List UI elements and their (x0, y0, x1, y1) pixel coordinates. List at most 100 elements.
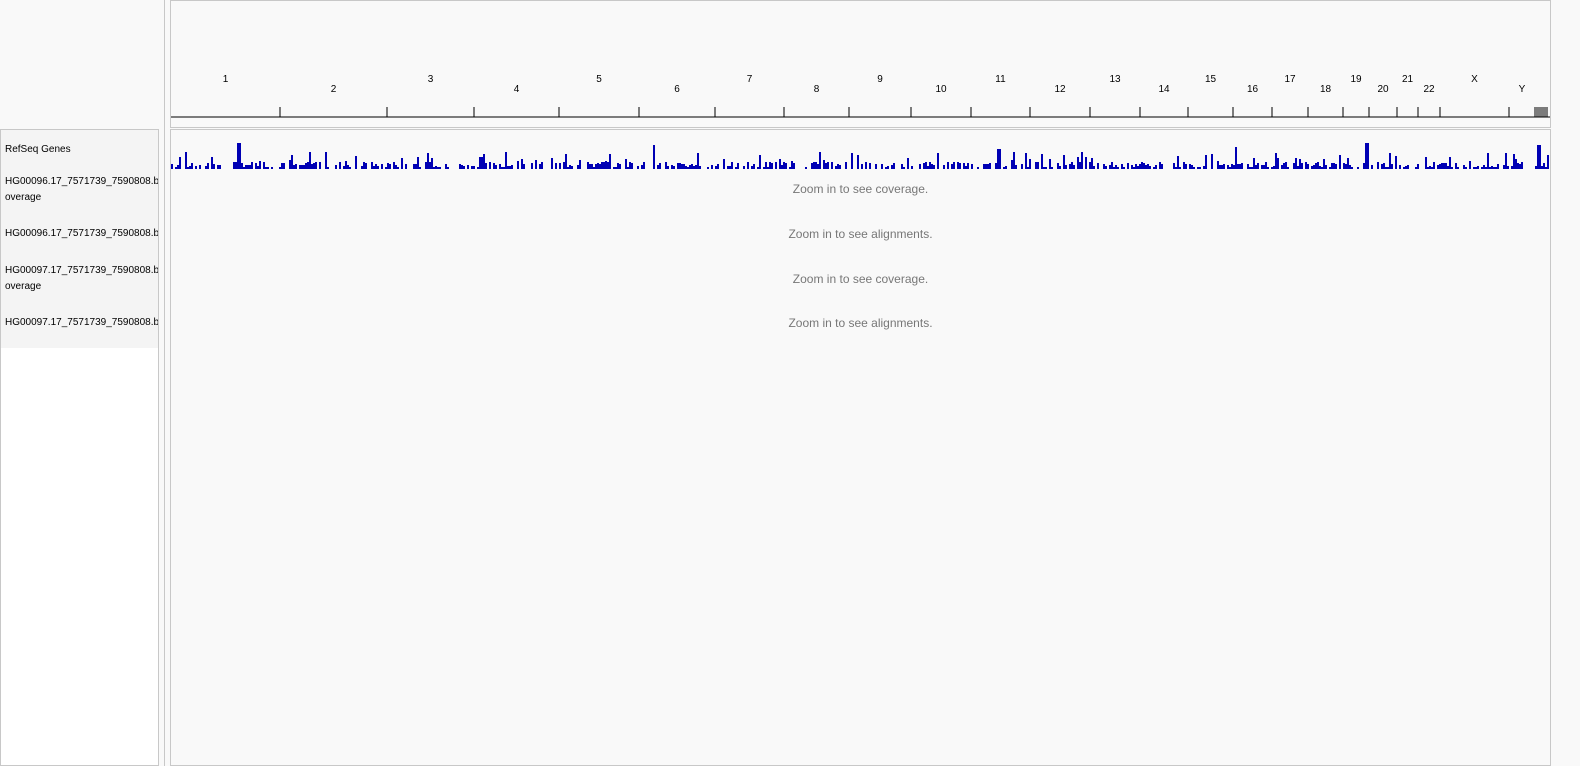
gene-density-bar (479, 157, 481, 169)
gene-density-bar (271, 167, 273, 169)
gene-density-bar (509, 166, 511, 169)
gene-density-bar (927, 166, 929, 169)
gene-density-bar (885, 167, 887, 169)
gene-density-bar (689, 165, 691, 169)
track-name-panel[interactable]: RefSeq Genes HG00096.17_7571739_7590808.… (0, 129, 159, 766)
gene-density-bar (1253, 158, 1255, 169)
name-panel-header (0, 0, 159, 128)
gene-density-bar (587, 162, 589, 169)
gene-density-bar (717, 164, 719, 169)
gene-density-bar (1295, 158, 1297, 169)
gene-density-bar (775, 162, 777, 169)
gene-density-bar (303, 165, 305, 169)
gene-density-bar (459, 164, 461, 169)
gene-density-bar (1301, 163, 1303, 169)
track-name-line1: HG00097.17_7571739_7590808.ba (5, 265, 159, 276)
chromosome-label-3: 3 (428, 74, 434, 85)
gene-density-bar (743, 166, 745, 169)
gene-density-bar (957, 162, 959, 169)
track-name-hg00097-coverage[interactable]: HG00097.17_7571739_7590808.ba overage (5, 263, 159, 295)
gene-density-bar (429, 162, 431, 169)
chromosome-label-7: 7 (747, 74, 753, 85)
gene-density-bar (1325, 165, 1327, 169)
gene-density-bar (1519, 164, 1521, 169)
gene-density-bar (1029, 159, 1031, 169)
gene-density-bar (1241, 163, 1243, 169)
gene-density-bar (313, 163, 315, 169)
gene-density-bar (1343, 163, 1345, 169)
gene-density-bar (1199, 167, 1201, 169)
gene-density-bar (485, 163, 487, 169)
gene-density-bar (1003, 167, 1005, 169)
gene-density-bar (1093, 166, 1095, 169)
gene-density-bar (437, 167, 439, 169)
chromosome-ruler[interactable]: 12345678910111213141516171819202122XY (171, 1, 1552, 129)
gene-density-bar (511, 165, 513, 169)
gene-density-bar (1417, 164, 1419, 169)
gene-density-bar (951, 164, 953, 169)
gene-density-bar (1311, 166, 1313, 169)
gene-density-bar (1321, 167, 1323, 169)
gene-density-bar (1381, 164, 1383, 169)
gene-density-bar (257, 166, 259, 169)
gene-density-bar (1123, 167, 1125, 169)
gene-density-bar (377, 166, 379, 169)
data-panel[interactable]: Zoom in to see coverage. Zoom in to see … (170, 129, 1551, 766)
gene-density-bar (1511, 166, 1513, 169)
gene-density-bar (347, 165, 349, 169)
gene-density-bar (1287, 167, 1289, 169)
panel-divider[interactable] (164, 0, 165, 766)
gene-density-bar (967, 163, 969, 169)
gene-density-bar (349, 167, 351, 169)
gene-density-bar (555, 163, 557, 169)
gene-density-bar (759, 155, 761, 169)
gene-density-bar (175, 167, 177, 169)
refseq-gene-density-track[interactable] (171, 130, 1551, 175)
gene-density-bar (1447, 166, 1449, 169)
gene-density-bar (1079, 162, 1081, 169)
gene-density-bar (1197, 167, 1199, 169)
gene-density-bar (1521, 162, 1523, 169)
track-name-hg00096-alignments[interactable]: HG00096.17_7571739_7590808.ba (5, 226, 158, 242)
gene-density-bar (1189, 164, 1191, 169)
gene-density-bar (1491, 166, 1493, 169)
gene-density-bar (1425, 157, 1427, 169)
gene-density-bar (1065, 165, 1067, 169)
gene-density-bar (783, 162, 785, 169)
chromosome-label-14: 14 (1158, 84, 1170, 95)
gene-density-bar (1175, 167, 1177, 169)
track-name-hg00097-alignments[interactable]: HG00097.17_7571739_7590808.ba (5, 315, 158, 331)
chromosome-label-19: 19 (1350, 74, 1362, 85)
track-name-refseq-genes[interactable]: RefSeq Genes (5, 142, 158, 158)
gene-density-bar (207, 163, 209, 169)
gene-density-bar (1363, 163, 1365, 169)
gene-density-bar (1191, 165, 1193, 169)
gene-density-bar (245, 165, 247, 169)
gene-density-bar (373, 166, 375, 169)
gene-density-bar (1547, 155, 1549, 169)
chromosome-label-17: 17 (1284, 74, 1296, 85)
gene-density-bar (413, 164, 415, 169)
gene-density-bar (881, 164, 883, 169)
gene-density-bar (609, 154, 611, 169)
gene-density-bar (319, 162, 321, 169)
gene-density-bar (627, 167, 629, 169)
gene-density-bar (267, 167, 269, 169)
gene-density-bar (685, 166, 687, 169)
chromosome-label-6: 6 (674, 84, 680, 95)
gene-density-bar (1439, 164, 1441, 169)
gene-density-bar (1391, 164, 1393, 169)
gene-density-bar (405, 164, 407, 169)
chromosome-ruler-panel[interactable]: 1 2 3 4 5 6 7 8 9 10 11 12 13 14 15 16 17 18 19 20 21 22 X Y (170, 0, 1551, 128)
gene-density-bar (679, 163, 681, 169)
gene-density-bar (1121, 164, 1123, 169)
gene-density-bar (1313, 165, 1315, 169)
gene-density-bar (769, 162, 771, 169)
gene-density-bar (401, 158, 403, 169)
gene-density-bar (283, 163, 285, 169)
gene-density-bar (1493, 167, 1495, 169)
track-name-hg00096-coverage[interactable]: HG00096.17_7571739_7590808.ba overage (5, 174, 158, 206)
gene-density-bar (1299, 159, 1301, 169)
gene-density-bar (1261, 165, 1263, 169)
gene-density-bar (589, 164, 591, 169)
